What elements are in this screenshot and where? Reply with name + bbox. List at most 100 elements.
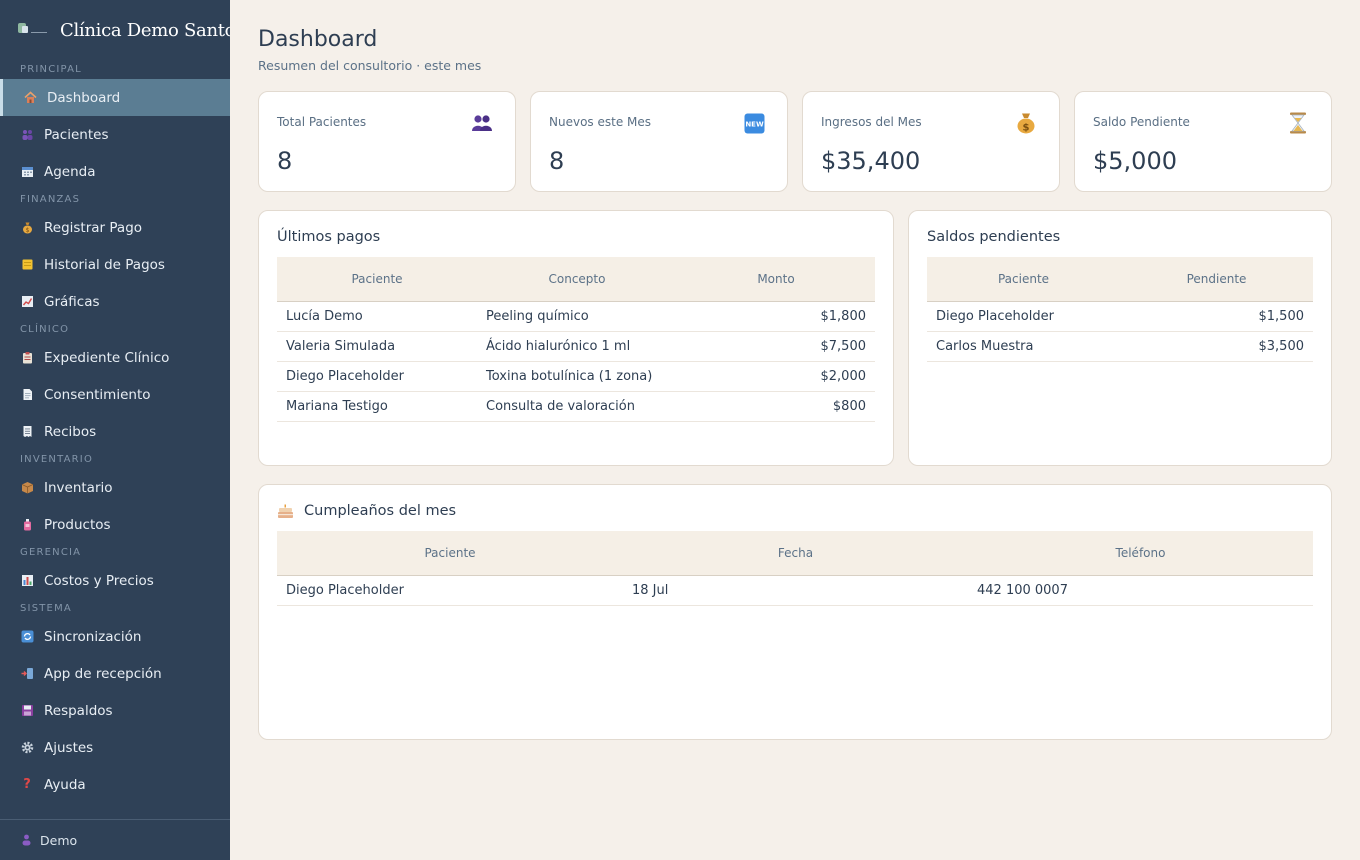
- money-bag-icon: $: [1015, 112, 1037, 134]
- package-icon: [20, 481, 34, 495]
- bar-chart-icon: [20, 574, 34, 588]
- sidebar-item-label: Registrar Pago: [44, 219, 143, 236]
- sidebar: Clínica Demo Santo PRINCIPAL Dashboard P…: [0, 0, 230, 860]
- sidebar-item-respaldos[interactable]: Respaldos: [0, 692, 230, 729]
- svg-text:$: $: [25, 227, 29, 234]
- sidebar-item-registrar-pago[interactable]: $ Registrar Pago: [0, 209, 230, 246]
- money-bag-icon: $: [20, 221, 34, 235]
- tablet-icon: [20, 667, 34, 681]
- clinic-logo-icon: [18, 23, 48, 37]
- column-header[interactable]: Paciente: [927, 257, 1120, 302]
- brand-title: Clínica Demo Santo: [60, 19, 230, 41]
- pending-balances-panel: Saldos pendientes Paciente Pendiente Die…: [908, 210, 1332, 466]
- sidebar-item-agenda[interactable]: Agenda: [0, 153, 230, 190]
- table-row[interactable]: Carlos Muestra $3,500: [927, 331, 1313, 362]
- column-header[interactable]: Paciente: [277, 257, 477, 302]
- recent-payments-table: Paciente Concepto Monto Lucía Demo Peeli…: [277, 257, 875, 422]
- sidebar-item-app-de-recepcion[interactable]: App de recepción: [0, 655, 230, 692]
- column-header[interactable]: Concepto: [477, 257, 677, 302]
- sidebar-item-historial-de-pagos[interactable]: Historial de Pagos: [0, 246, 230, 283]
- panel-title: Saldos pendientes: [927, 229, 1061, 245]
- sidebar-item-ayuda[interactable]: ? Ayuda: [0, 766, 230, 803]
- sidebar-footer-user[interactable]: Demo: [0, 819, 230, 860]
- clipboard-icon: [20, 351, 34, 365]
- sidebar-item-inventario[interactable]: Inventario: [0, 469, 230, 506]
- sidebar-item-label: Expediente Clínico: [44, 349, 170, 366]
- stat-card-saldo-pendiente: Saldo Pendiente $5,000: [1074, 91, 1332, 192]
- sidebar-item-ajustes[interactable]: Ajustes: [0, 729, 230, 766]
- concept-cell: Ácido hialurónico 1 ml: [477, 331, 677, 362]
- stat-label: Saldo Pendiente: [1093, 115, 1190, 129]
- sidebar-item-label: Ajustes: [44, 739, 94, 756]
- sidebar-item-label: Agenda: [44, 163, 96, 180]
- amount-cell: $1,800: [677, 301, 875, 332]
- sidebar-item-costos-y-precios[interactable]: Costos y Precios: [0, 562, 230, 599]
- column-header[interactable]: Paciente: [277, 531, 623, 576]
- amount-cell: $2,000: [677, 361, 875, 392]
- new-badge-text: NEW: [745, 120, 764, 128]
- stat-label: Total Pacientes: [277, 115, 367, 129]
- sidebar-item-sincronizacion[interactable]: Sincronización: [0, 618, 230, 655]
- table-row[interactable]: Diego Placeholder $1,500: [927, 301, 1313, 332]
- phone-cell: 442 100 0007: [968, 575, 1313, 606]
- calendar-icon: [20, 165, 34, 179]
- page-subtitle: Resumen del consultorio · este mes: [258, 58, 482, 73]
- sidebar-item-consentimiento[interactable]: Consentimiento: [0, 376, 230, 413]
- sidebar-item-label: Productos: [44, 516, 111, 533]
- stat-value: 8: [277, 147, 293, 175]
- sidebar-item-graficas[interactable]: Gráficas: [0, 283, 230, 320]
- pending-balances-table: Paciente Pendiente Diego Placeholder $1,…: [927, 257, 1313, 362]
- column-header[interactable]: Pendiente: [1120, 257, 1313, 302]
- brand[interactable]: Clínica Demo Santo: [0, 0, 230, 60]
- column-header[interactable]: Teléfono: [968, 531, 1313, 576]
- recent-payments-panel: Últimos pagos Paciente Concepto Monto Lu…: [258, 210, 894, 466]
- patient-cell: Mariana Testigo: [277, 391, 477, 422]
- chart-icon: [20, 295, 34, 309]
- question-icon: ?: [23, 777, 31, 792]
- sidebar-item-label: Historial de Pagos: [44, 256, 165, 273]
- user-icon: [20, 834, 32, 846]
- column-header[interactable]: Monto: [677, 257, 875, 302]
- table-row[interactable]: Mariana Testigo Consulta de valoración $…: [277, 391, 875, 422]
- sidebar-item-label: Dashboard: [47, 89, 121, 106]
- sidebar-item-label: Costos y Precios: [44, 572, 154, 589]
- table-row[interactable]: Diego Placeholder Toxina botulínica (1 z…: [277, 361, 875, 392]
- sidebar-item-label: Recibos: [44, 423, 97, 440]
- stat-label: Nuevos este Mes: [549, 115, 651, 129]
- table-header-row: Paciente Pendiente: [927, 257, 1313, 302]
- date-cell: 18 Jul: [623, 575, 968, 606]
- section-label-finanzas: FINANZAS: [20, 194, 81, 205]
- table-row[interactable]: Valeria Simulada Ácido hialurónico 1 ml …: [277, 331, 875, 362]
- users-icon: [471, 112, 493, 134]
- column-header[interactable]: Fecha: [623, 531, 968, 576]
- sidebar-item-recibos[interactable]: Recibos: [0, 413, 230, 450]
- sidebar-item-dashboard[interactable]: Dashboard: [0, 79, 230, 116]
- sidebar-item-label: Ayuda: [44, 776, 86, 793]
- sidebar-item-label: Inventario: [44, 479, 113, 496]
- stat-value: $35,400: [821, 147, 921, 175]
- sidebar-item-pacientes[interactable]: Pacientes: [0, 116, 230, 153]
- concept-cell: Peeling químico: [477, 301, 677, 332]
- sidebar-item-productos[interactable]: Productos: [0, 506, 230, 543]
- patient-cell: Carlos Muestra: [927, 331, 1120, 362]
- concept-cell: Toxina botulínica (1 zona): [477, 361, 677, 392]
- section-label-clinico: CLÍNICO: [20, 324, 70, 335]
- sidebar-item-label: Sincronización: [44, 628, 142, 645]
- birthdays-table: Paciente Fecha Teléfono Diego Placeholde…: [277, 531, 1313, 606]
- bottle-icon: [20, 518, 34, 532]
- sidebar-item-label: Pacientes: [44, 126, 109, 143]
- patient-cell: Lucía Demo: [277, 301, 477, 332]
- panel-title: Cumpleaños del mes: [304, 503, 457, 519]
- svg-text:$: $: [1023, 123, 1030, 134]
- stat-value: 8: [549, 147, 565, 175]
- section-label-inventario: INVENTARIO: [20, 454, 94, 465]
- birthdays-panel: Cumpleaños del mes Paciente Fecha Teléfo…: [258, 484, 1332, 740]
- sidebar-item-expediente-clinico[interactable]: Expediente Clínico: [0, 339, 230, 376]
- table-row[interactable]: Diego Placeholder 18 Jul 442 100 0007: [277, 575, 1313, 606]
- table-row[interactable]: Lucía Demo Peeling químico $1,800: [277, 301, 875, 332]
- footer-username: Demo: [40, 832, 78, 848]
- panel-title: Últimos pagos: [277, 229, 381, 245]
- gear-icon: [20, 741, 34, 755]
- pending-amount-cell: $1,500: [1120, 301, 1313, 332]
- new-badge-icon: NEW: [743, 112, 765, 134]
